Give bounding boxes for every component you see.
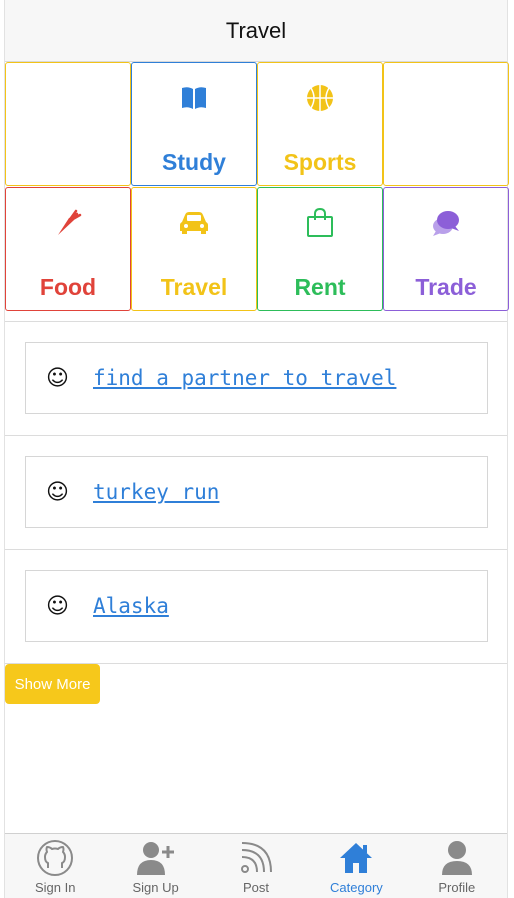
book-icon <box>180 81 208 115</box>
navigation-bar: Travel <box>5 0 507 62</box>
tab-label: Post <box>243 880 270 895</box>
category-label: Sports <box>283 149 357 175</box>
tab-bar: Sign In Sign Up Post Category Profile <box>5 833 507 898</box>
list-item[interactable]: ☺ turkey run <box>25 456 488 528</box>
rss-icon <box>239 840 273 876</box>
app-frame: Travel Study Sports Food Travel Rent Tra… <box>4 0 509 898</box>
chat-bubbles-icon <box>431 206 461 240</box>
tab-category[interactable]: Category <box>306 834 406 898</box>
category-label: Rent <box>294 274 346 300</box>
show-more-button[interactable]: Show More <box>5 664 100 704</box>
tab-label: Category <box>330 880 383 895</box>
basketball-icon <box>306 81 334 115</box>
tab-label: Sign In <box>34 880 76 895</box>
category-empty-1[interactable] <box>5 62 131 186</box>
category-study[interactable]: Study <box>131 62 257 186</box>
tab-sign-in[interactable]: Sign In <box>5 834 105 898</box>
smiley-icon: ☺ <box>46 593 69 619</box>
divider <box>5 549 507 550</box>
category-label: Trade <box>415 274 477 300</box>
post-link[interactable]: Alaska <box>93 594 169 618</box>
tab-sign-up[interactable]: Sign Up <box>105 834 205 898</box>
profile-icon <box>440 840 474 876</box>
category-label: Study <box>162 149 226 175</box>
category-food[interactable]: Food <box>5 187 131 311</box>
category-label: Travel <box>160 274 228 300</box>
category-sports[interactable]: Sports <box>257 62 383 186</box>
tab-label: Sign Up <box>132 880 179 895</box>
list-item[interactable]: ☺ find a partner to travel <box>25 342 488 414</box>
tab-profile[interactable]: Profile <box>407 834 507 898</box>
page-title: Travel <box>225 17 287 43</box>
github-icon <box>36 840 74 876</box>
category-trade[interactable]: Trade <box>383 187 509 311</box>
home-icon <box>338 840 374 876</box>
add-user-icon <box>135 840 177 876</box>
car-icon <box>179 206 209 240</box>
post-link[interactable]: find a partner to travel <box>93 366 396 390</box>
category-rent[interactable]: Rent <box>257 187 383 311</box>
category-travel[interactable]: Travel <box>131 187 257 311</box>
tab-label: Profile <box>438 880 476 895</box>
list-item[interactable]: ☺ Alaska <box>25 570 488 642</box>
divider <box>5 435 507 436</box>
smiley-icon: ☺ <box>46 365 69 391</box>
shopping-bag-icon <box>306 206 334 240</box>
smiley-icon: ☺ <box>46 479 69 505</box>
category-label: Food <box>39 274 97 300</box>
divider <box>5 321 507 322</box>
tab-post[interactable]: Post <box>206 834 306 898</box>
carrot-icon <box>54 206 82 240</box>
post-link[interactable]: turkey run <box>93 480 219 504</box>
category-empty-2[interactable] <box>383 62 509 186</box>
